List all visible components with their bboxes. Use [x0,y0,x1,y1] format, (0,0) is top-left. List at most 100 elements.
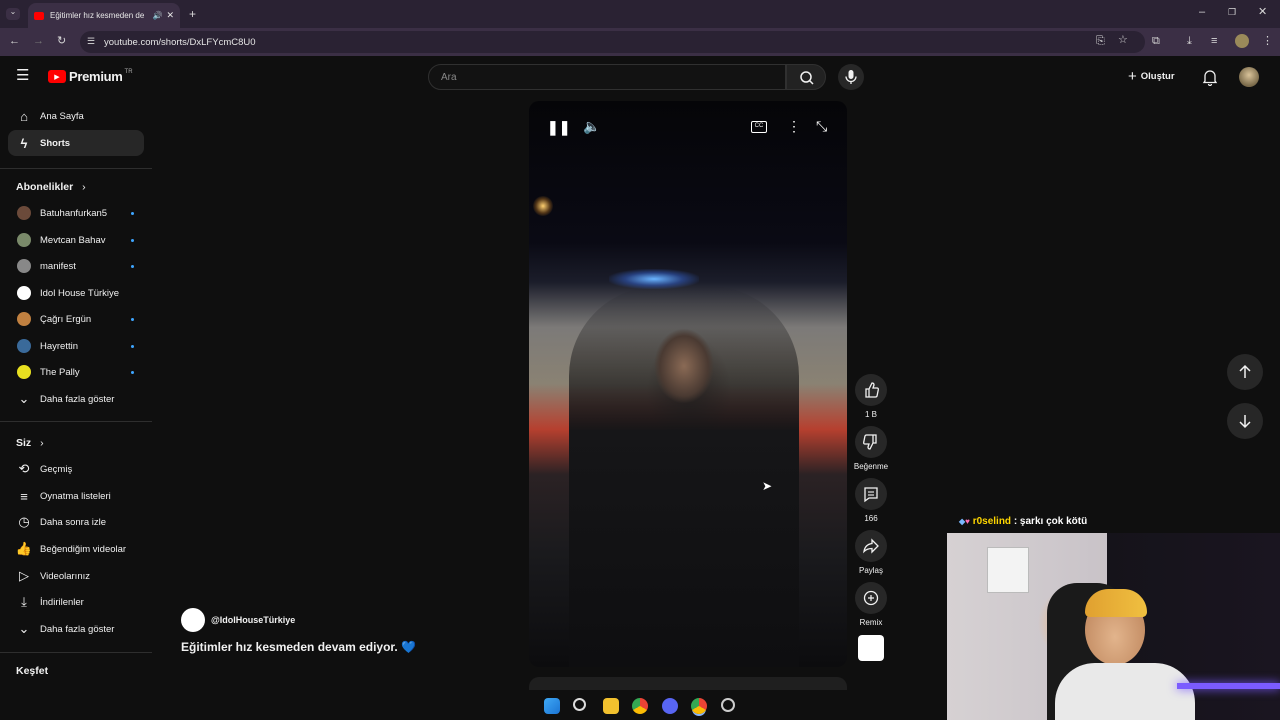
streamer-shirt [1055,663,1195,720]
volume-icon[interactable]: 🔈 [583,118,600,135]
sidebar-item-subscription[interactable]: Çağrı Ergün [8,306,144,332]
forward-icon[interactable]: → [33,36,44,47]
sidebar-item-watch-later[interactable]: ◷ Daha sonra izle [8,509,144,535]
create-label: Oluştur [1140,71,1175,82]
sidebar-show-more[interactable]: ⌄ Daha fazla göster [8,616,144,642]
install-icon[interactable]: ⎘ [1096,36,1105,47]
light-glow [533,196,553,216]
new-tab-icon[interactable]: + [189,8,196,20]
tab-audio-icon[interactable]: 🔊 [152,11,162,20]
previous-short-button[interactable] [1227,354,1263,390]
window-close-icon[interactable]: ✕ [1258,7,1267,18]
thumbs-down-icon [863,434,877,450]
chrome-profile-icon[interactable] [691,698,707,714]
search-button[interactable] [786,64,826,90]
more-options-icon[interactable]: ⋮ [787,118,801,135]
sidebar-item-subscription[interactable]: Mevtcan Bahav [8,227,144,253]
dislike-button[interactable] [855,426,887,458]
logo-badge: TR [124,69,133,75]
caption-emoji: 💙 [401,640,417,654]
extensions-icon[interactable]: ⧉ [1152,36,1160,47]
channel-row[interactable]: @IdolHouseTürkiye [181,608,295,632]
avatar [17,365,31,379]
search-input[interactable]: Ara [428,64,786,90]
sidebar-item-label: Daha fazla göster [40,623,115,635]
sidebar-item-history[interactable]: ⟲ Geçmiş [8,456,144,482]
comments-button[interactable] [855,478,887,510]
bookmark-star-icon[interactable]: ☆ [1118,35,1128,46]
sidebar-item-subscription[interactable]: Batuhanfurkan5 [8,200,144,226]
file-explorer-icon[interactable] [603,698,619,714]
restore-icon[interactable]: ❐ [1228,8,1236,17]
chat-user: r0selind [972,516,1012,527]
sidebar-item-your-videos[interactable]: ▷ Videolarınız [8,563,144,589]
downloads-icon[interactable]: ⤓ [1187,36,1192,47]
captions-icon[interactable]: CC [751,121,767,133]
you-title[interactable]: Siz › [16,437,44,449]
browser-menu-icon[interactable]: ⋮ [1262,36,1273,47]
sidebar-item-home[interactable]: ⌂ Ana Sayfa [8,103,144,129]
remix-button[interactable] [855,582,887,614]
like-button[interactable] [855,374,887,406]
youtube-logo[interactable]: ▶ Premium TR [48,69,133,84]
hamburger-menu-icon[interactable]: ☰ [16,68,29,83]
notifications-button[interactable] [1202,68,1218,86]
mouse-cursor-icon: ➤ [762,479,773,493]
create-button[interactable]: + Oluştur [1128,68,1175,85]
subscriptions-title[interactable]: Abonelikler › [16,181,86,193]
playlist-icon: ≡ [20,488,28,504]
reload-icon[interactable]: ↻ [57,36,66,47]
avatar [17,259,31,273]
new-content-dot [131,211,134,215]
media-icon[interactable]: ≡ [1211,36,1217,47]
chevron-right-icon: › [82,181,86,193]
home-icon: ⌂ [20,108,28,124]
browser-tab-bar: ⌄ Eğitimler hız kesmeden de 🔊 ✕ + – ❐ ✕ [0,0,1280,28]
voice-search-button[interactable] [838,64,864,90]
next-video-preview[interactable] [529,677,847,690]
url-field[interactable]: youtube.com/shorts/DxLFYcmC8U0 [80,31,1145,53]
discord-icon[interactable] [662,698,678,714]
app-icon[interactable] [721,698,735,712]
pause-button[interactable]: ❚❚ [547,119,570,136]
sidebar-item-subscription[interactable]: manifest [8,253,144,279]
led-strip [1177,683,1280,689]
sidebar-item-subscription[interactable]: Hayrettin [8,333,144,359]
subscriptions-title-text: Abonelikler [16,181,74,193]
sidebar-item-label: manifest [40,260,76,272]
back-icon[interactable]: ← [9,36,20,47]
chevron-down-icon: ⌄ [18,621,30,636]
sidebar-show-more[interactable]: ⌄ Daha fazla göster [8,386,144,412]
profile-avatar[interactable] [1235,34,1249,48]
fullscreen-icon[interactable]: ⤡ [816,118,827,135]
short-video-player[interactable]: ❚❚ 🔈 CC ⋮ ⤡ [529,101,847,667]
sidebar-item-downloads[interactable]: ⤓ İndirilenler [8,589,144,615]
sidebar-item-label: Daha fazla göster [40,393,115,405]
sidebar-item-label: Idol House Türkiye [40,287,120,299]
tab-search-icon[interactable]: ⌄ [6,8,20,20]
like-icon: 👍 [15,541,33,556]
site-info-icon[interactable]: ☰ [87,37,95,46]
sidebar-item-liked-videos[interactable]: 👍 Beğendiğim videolar [8,536,144,562]
stream-chat-message: ◆♥ r0selind : şarkı çok kötü [959,516,1087,527]
tab-close-icon[interactable]: ✕ [166,10,174,21]
account-avatar[interactable] [1239,67,1259,87]
windows-start-icon[interactable] [544,698,560,714]
remix-label: Remix [859,618,883,627]
sidebar-item-subscription[interactable]: The Pally [8,359,144,385]
channel-avatar [181,608,205,632]
minimize-icon[interactable]: – [1199,7,1205,18]
audio-thumbnail[interactable] [858,635,884,661]
dislike-label: Beğenme [853,462,889,471]
browser-tab[interactable]: Eğitimler hız kesmeden de 🔊 ✕ [28,3,180,28]
wall-poster [987,547,1029,593]
next-short-button[interactable] [1227,403,1263,439]
share-button[interactable] [855,530,887,562]
sidebar-item-playlists[interactable]: ≡ Oynatma listeleri [8,483,144,509]
taskbar-search-icon[interactable] [573,698,586,711]
chevron-down-icon: ⌄ [18,391,30,406]
sidebar-item-label: Daha sonra izle [40,516,107,528]
sidebar-item-shorts[interactable]: ϟ Shorts [8,130,144,156]
chrome-icon[interactable] [632,698,648,714]
sidebar-item-subscription[interactable]: Idol House Türkiye [8,280,144,306]
